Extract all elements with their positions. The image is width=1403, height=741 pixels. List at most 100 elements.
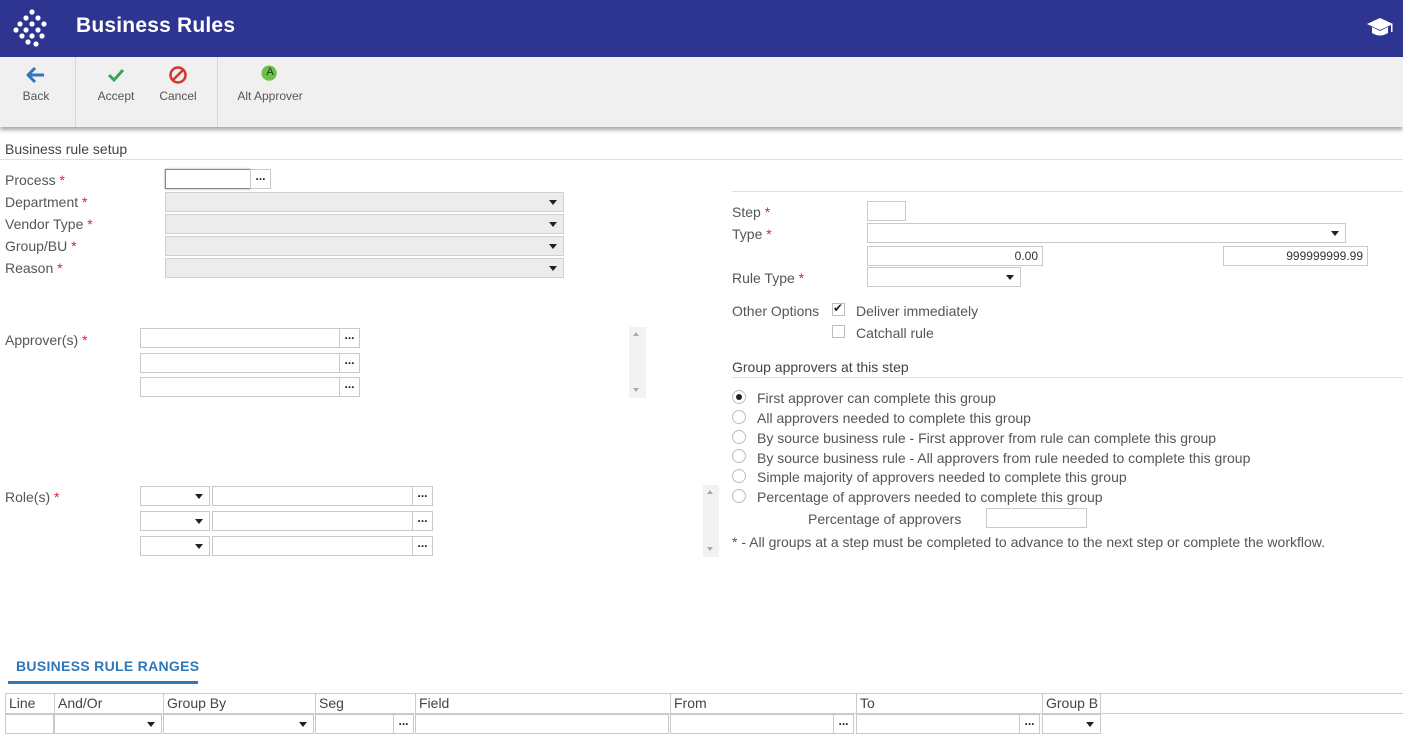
to-input[interactable] <box>856 714 1020 734</box>
group-b-select[interactable] <box>1042 714 1101 734</box>
scroll-down-arrow-icon[interactable] <box>707 547 713 551</box>
chevron-down-icon <box>549 244 557 249</box>
from-lookup-button[interactable]: ... <box>833 714 854 734</box>
group-option-radio-0[interactable] <box>732 390 746 404</box>
deliver-immediately-checkbox[interactable]: ✔ <box>832 301 845 316</box>
group-option-label: All approvers needed to complete this gr… <box>757 410 1031 426</box>
seg-input[interactable] <box>315 714 394 734</box>
check-mark-icon: ✔ <box>833 301 844 315</box>
process-lookup-button[interactable]: ... <box>250 169 271 189</box>
group-option-radio-2[interactable] <box>732 430 746 444</box>
rule-type-select[interactable] <box>867 267 1021 287</box>
approver-input[interactable] <box>140 353 340 373</box>
catchall-rule-checkbox[interactable] <box>832 325 845 338</box>
toolbar-separator <box>75 57 76 127</box>
column-header-group-by[interactable]: Group By <box>163 694 315 713</box>
approver-lookup-button[interactable]: ... <box>339 353 360 373</box>
to-lookup-button[interactable]: ... <box>1019 714 1040 734</box>
check-icon <box>107 68 125 83</box>
process-input[interactable] <box>165 169 251 189</box>
chevron-down-icon <box>299 722 307 727</box>
scroll-down-arrow-icon[interactable] <box>633 388 639 392</box>
alt-approver-badge-letter: A <box>266 66 274 78</box>
accept-button[interactable]: Accept <box>88 57 144 127</box>
graduation-cap-icon[interactable] <box>1366 14 1394 40</box>
group-option-radio-1[interactable] <box>732 410 746 424</box>
role-lookup-button[interactable]: ... <box>412 511 433 531</box>
back-button[interactable]: Back <box>8 57 64 127</box>
approver-input[interactable] <box>140 377 340 397</box>
field-input[interactable] <box>415 714 669 734</box>
percentage-label: Percentage of approvers <box>808 511 962 527</box>
app-header: Business Rules <box>0 0 1403 57</box>
approver-lookup-button[interactable]: ... <box>339 328 360 348</box>
scroll-up-arrow-icon[interactable] <box>633 332 639 336</box>
role-type-select[interactable] <box>140 511 210 531</box>
department-select[interactable] <box>165 192 564 212</box>
group-approvers-title: Group approvers at this step <box>732 359 909 375</box>
approver-lookup-button[interactable]: ... <box>339 377 360 397</box>
role-type-select[interactable] <box>140 536 210 556</box>
step-input[interactable] <box>867 201 906 221</box>
group-option-radio-3[interactable] <box>732 449 746 463</box>
column-header-and-or[interactable]: And/Or <box>54 694 163 713</box>
line-cell-input[interactable] <box>5 714 54 734</box>
diamond-dots-logo-icon <box>13 9 47 47</box>
setup-section-title: Business rule setup <box>5 141 128 157</box>
column-header-from[interactable]: From <box>670 694 856 713</box>
chevron-down-icon <box>195 544 203 549</box>
cancel-button[interactable]: Cancel <box>150 57 206 127</box>
group-footnote: * - All groups at a step must be complet… <box>732 534 1325 550</box>
chevron-down-icon <box>147 722 155 727</box>
chevron-down-icon <box>195 519 203 524</box>
step-label: Step * <box>732 204 771 220</box>
range-from-input[interactable]: 0.00 <box>867 246 1043 266</box>
group-by-select[interactable] <box>163 714 314 734</box>
group-option-radio-4[interactable] <box>732 469 746 483</box>
from-input[interactable] <box>670 714 834 734</box>
approvers-scrollbar[interactable] <box>629 327 646 398</box>
chevron-down-icon <box>1331 231 1339 236</box>
group-option-radio-5[interactable] <box>732 489 746 503</box>
page-title: Business Rules <box>76 14 236 37</box>
column-header-line[interactable]: Line <box>5 694 54 713</box>
role-input[interactable] <box>212 486 413 506</box>
alt-approver-button[interactable]: A Alt Approver <box>230 57 310 127</box>
and-or-select[interactable] <box>54 714 162 734</box>
group-bu-label: Group/BU * <box>5 238 77 254</box>
type-label: Type * <box>732 226 772 242</box>
column-header-to[interactable]: To <box>856 694 1042 713</box>
chevron-down-icon <box>549 200 557 205</box>
chevron-down-icon <box>549 222 557 227</box>
role-input[interactable] <box>212 511 413 531</box>
other-options-label: Other Options <box>732 303 820 319</box>
approver-input[interactable] <box>140 328 340 348</box>
roles-label: Role(s) * <box>5 489 60 505</box>
role-lookup-button[interactable]: ... <box>412 536 433 556</box>
role-input[interactable] <box>212 536 413 556</box>
back-arrow-icon <box>26 66 44 84</box>
roles-scrollbar[interactable] <box>703 485 719 557</box>
percentage-input[interactable] <box>986 508 1087 528</box>
column-header-seg[interactable]: Seg <box>315 694 415 713</box>
tab-business-rule-ranges[interactable]: BUSINESS RULE RANGES <box>16 658 199 674</box>
type-select[interactable] <box>867 223 1346 243</box>
seg-lookup-button[interactable]: ... <box>393 714 414 734</box>
reason-select[interactable] <box>165 258 564 278</box>
group-option-label: Simple majority of approvers needed to c… <box>757 469 1127 485</box>
scroll-up-arrow-icon[interactable] <box>707 490 713 494</box>
alt-approver-label: Alt Approver <box>237 89 303 103</box>
vendor-type-select[interactable] <box>165 214 564 234</box>
range-to-input[interactable]: 999999999.99 <box>1223 246 1368 266</box>
role-lookup-button[interactable]: ... <box>412 486 433 506</box>
group-bu-select[interactable] <box>165 236 564 256</box>
deliver-immediately-label: Deliver immediately <box>856 303 979 319</box>
column-header-group-b[interactable]: Group B <box>1042 694 1101 713</box>
chevron-down-icon <box>195 494 203 499</box>
group-option-label: Percentage of approvers needed to comple… <box>757 489 1103 505</box>
step-divider <box>732 191 1403 192</box>
back-label: Back <box>22 89 50 103</box>
department-label: Department * <box>5 194 88 210</box>
column-header-field[interactable]: Field <box>415 694 670 713</box>
role-type-select[interactable] <box>140 486 210 506</box>
